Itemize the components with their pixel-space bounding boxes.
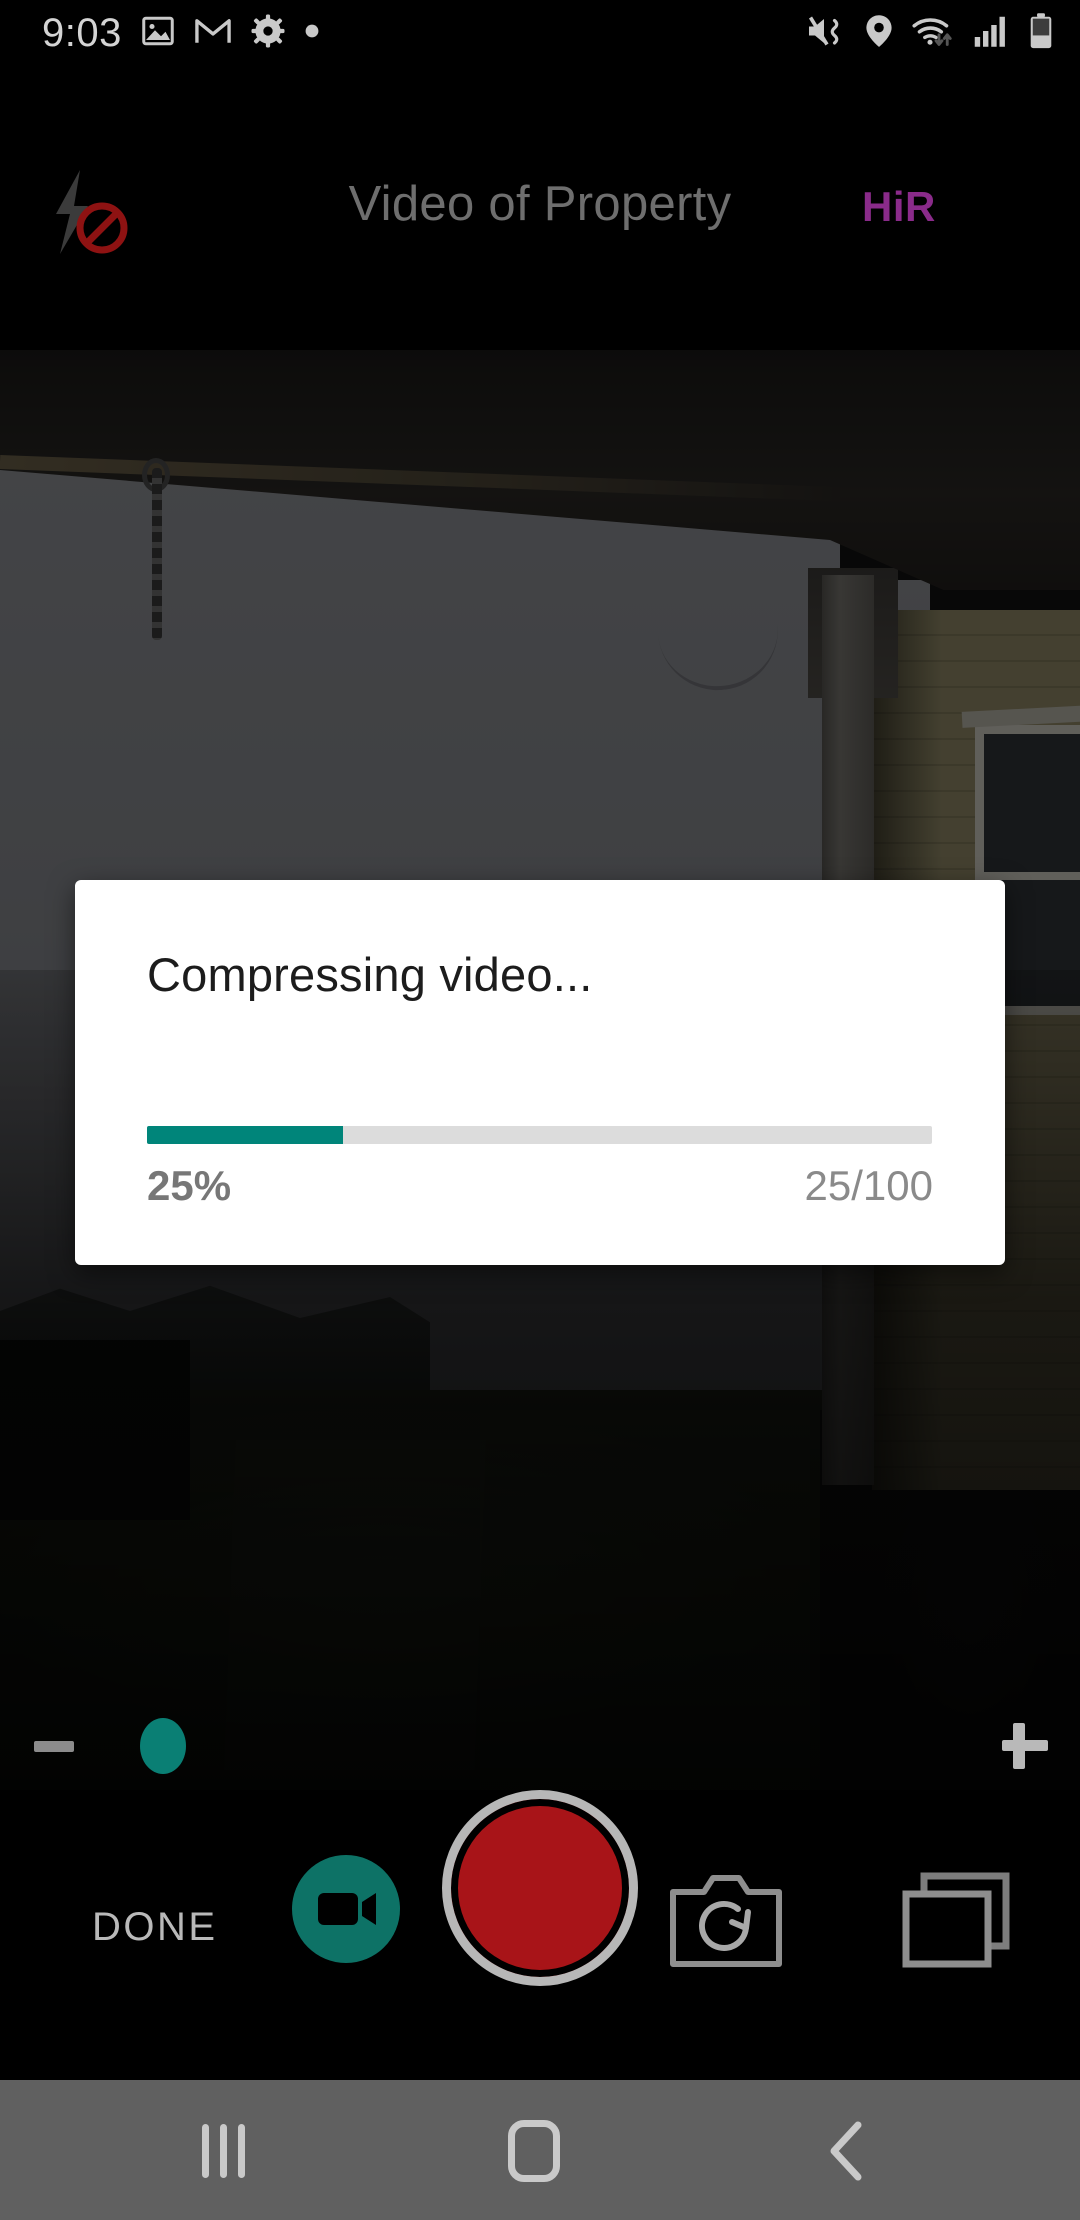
hires-badge[interactable]: HiR bbox=[862, 183, 936, 231]
phone-screen: 9:03 Video of Property HiR DONE Compress… bbox=[0, 0, 1080, 2220]
compression-progress-dialog: Compressing video... 25% 25/100 bbox=[75, 880, 1005, 1265]
recents-icon-line-2 bbox=[220, 2124, 227, 2178]
recents-icon-line-1 bbox=[202, 2124, 209, 2178]
recents-button[interactable] bbox=[202, 2124, 276, 2178]
progress-percent-label: 25% bbox=[147, 1162, 232, 1209]
progress-bar-fill bbox=[147, 1126, 344, 1144]
scene-window-mullion bbox=[984, 872, 1080, 880]
signal-bars-icon bbox=[972, 13, 1012, 54]
minus-icon bbox=[34, 1740, 74, 1752]
wifi-icon bbox=[910, 13, 956, 54]
gallery-icon bbox=[140, 13, 176, 54]
progress-bar-track bbox=[147, 1126, 932, 1144]
recents-icon-line-3 bbox=[238, 2124, 245, 2178]
dot-icon bbox=[304, 23, 320, 44]
gmail-icon bbox=[194, 13, 232, 54]
settings-gear-icon bbox=[250, 13, 286, 54]
back-button[interactable] bbox=[822, 2120, 872, 2182]
video-mode-button[interactable] bbox=[292, 1855, 400, 1963]
zoom-out-button[interactable] bbox=[30, 1726, 78, 1766]
camera-flip-icon bbox=[670, 1875, 782, 1967]
app-bar: Video of Property HiR bbox=[0, 66, 1080, 350]
battery-icon bbox=[1028, 12, 1054, 55]
location-pin-icon bbox=[864, 13, 894, 54]
back-chevron-icon bbox=[830, 2121, 862, 2181]
scene-fence bbox=[0, 1340, 190, 1520]
gallery-button[interactable] bbox=[900, 1868, 1012, 1972]
status-bar-left: 9:03 bbox=[42, 11, 320, 56]
zoom-in-button[interactable] bbox=[996, 1716, 1052, 1776]
video-camera-icon bbox=[318, 1893, 376, 1925]
done-button[interactable]: DONE bbox=[92, 1905, 218, 1950]
status-bar-right bbox=[806, 12, 1054, 55]
home-button[interactable] bbox=[508, 2120, 560, 2182]
status-bar: 9:03 bbox=[0, 0, 1080, 66]
plus-icon bbox=[1002, 1740, 1048, 1751]
plus-icon-vertical bbox=[1013, 1723, 1025, 1769]
zoom-slider-thumb[interactable] bbox=[140, 1718, 186, 1774]
mute-vibrate-icon bbox=[806, 13, 848, 54]
record-button[interactable] bbox=[442, 1790, 638, 1986]
android-nav-bar bbox=[0, 2080, 1080, 2220]
gallery-stack-icon bbox=[902, 1872, 1010, 1968]
zoom-slider[interactable] bbox=[0, 1700, 1080, 1792]
dialog-title: Compressing video... bbox=[147, 948, 593, 1001]
scene-chain bbox=[152, 468, 162, 640]
progress-count-label: 25/100 bbox=[804, 1162, 933, 1209]
status-bar-clock: 9:03 bbox=[42, 10, 122, 55]
flip-camera-button[interactable] bbox=[668, 1868, 784, 1970]
